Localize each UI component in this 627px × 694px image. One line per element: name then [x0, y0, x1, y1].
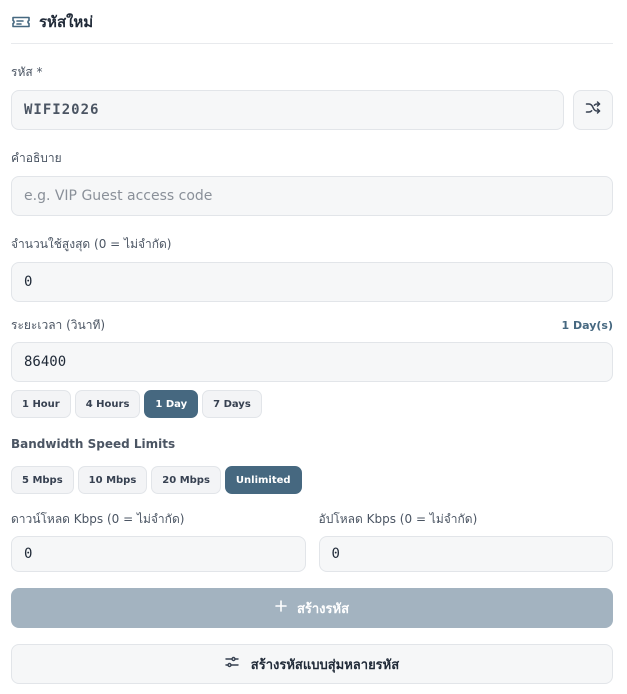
duration-preset-4-hours[interactable]: 4 Hours: [74, 390, 141, 418]
max-uses-label: จำนวนใช้สูงสุด (0 = ไม่จำกัด): [11, 237, 172, 251]
bandwidth-title: Bandwidth Speed Limits: [11, 437, 176, 451]
ticket-icon: [11, 14, 31, 30]
bandwidth-preset-20-mbps[interactable]: 20 Mbps: [151, 466, 221, 494]
bulk-generate-label: สร้างรหัสแบบสุ่มหลายรหัส: [250, 657, 400, 673]
upload-input[interactable]: 0: [318, 536, 613, 572]
bandwidth-presets: 5 Mbps 10 Mbps 20 Mbps Unlimited: [11, 466, 613, 494]
download-field: ดาวน์โหลด Kbps (0 = ไม่จำกัด) 0: [11, 511, 306, 572]
plus-icon: [275, 600, 287, 616]
code-input[interactable]: WIFI2026: [11, 90, 564, 130]
upload-value: 0: [331, 546, 340, 562]
bandwidth-preset-5-mbps[interactable]: 5 Mbps: [11, 466, 74, 494]
panel-title: รหัสใหม่: [39, 12, 94, 31]
bandwidth-fields: ดาวน์โหลด Kbps (0 = ไม่จำกัด) 0 อัปโหลด …: [11, 511, 613, 572]
upload-field: อัปโหลด Kbps (0 = ไม่จำกัด) 0: [318, 511, 613, 572]
description-input[interactable]: e.g. VIP Guest access code: [11, 176, 613, 216]
code-value: WIFI2026: [24, 102, 100, 118]
description-placeholder: e.g. VIP Guest access code: [24, 188, 213, 204]
panel-header: รหัสใหม่: [11, 0, 613, 44]
duration-preset-7-days[interactable]: 7 Days: [202, 390, 262, 418]
duration-hint: 1 Day(s): [561, 318, 613, 332]
duration-label-row: ระยะเวลา (วินาที) 1 Day(s): [11, 317, 613, 333]
new-code-panel: รหัสใหม่ รหัส * WIFI2026 คำอธิบาย e.g. V…: [0, 0, 627, 694]
bandwidth-preset-unlimited[interactable]: Unlimited: [224, 466, 302, 494]
duration-value: 86400: [24, 354, 67, 370]
duration-preset-1-day[interactable]: 1 Day: [144, 390, 199, 418]
shuffle-button[interactable]: [573, 90, 613, 130]
code-label: รหัส *: [11, 65, 43, 79]
max-uses-input[interactable]: 0: [11, 262, 613, 302]
description-label: คำอธิบาย: [11, 151, 62, 165]
max-uses-value: 0: [24, 274, 33, 290]
duration-label: ระยะเวลา (วินาที): [11, 318, 106, 332]
duration-input[interactable]: 86400: [11, 342, 613, 382]
download-value: 0: [24, 546, 33, 562]
duration-presets: 1 Hour 4 Hours 1 Day 7 Days: [11, 390, 613, 418]
bandwidth-preset-10-mbps[interactable]: 10 Mbps: [77, 466, 148, 494]
shuffle-icon: [585, 100, 601, 120]
download-label: ดาวน์โหลด Kbps (0 = ไม่จำกัด): [11, 512, 185, 526]
sliders-icon: [225, 655, 239, 673]
bulk-generate-button[interactable]: สร้างรหัสแบบสุ่มหลายรหัส: [11, 644, 613, 684]
upload-label: อัปโหลด Kbps (0 = ไม่จำกัด): [318, 512, 478, 526]
duration-preset-1-hour[interactable]: 1 Hour: [11, 390, 71, 418]
code-row: WIFI2026: [11, 90, 613, 130]
download-input[interactable]: 0: [11, 536, 306, 572]
create-code-button[interactable]: สร้างรหัส: [11, 588, 613, 628]
create-code-label: สร้างรหัส: [296, 601, 350, 617]
